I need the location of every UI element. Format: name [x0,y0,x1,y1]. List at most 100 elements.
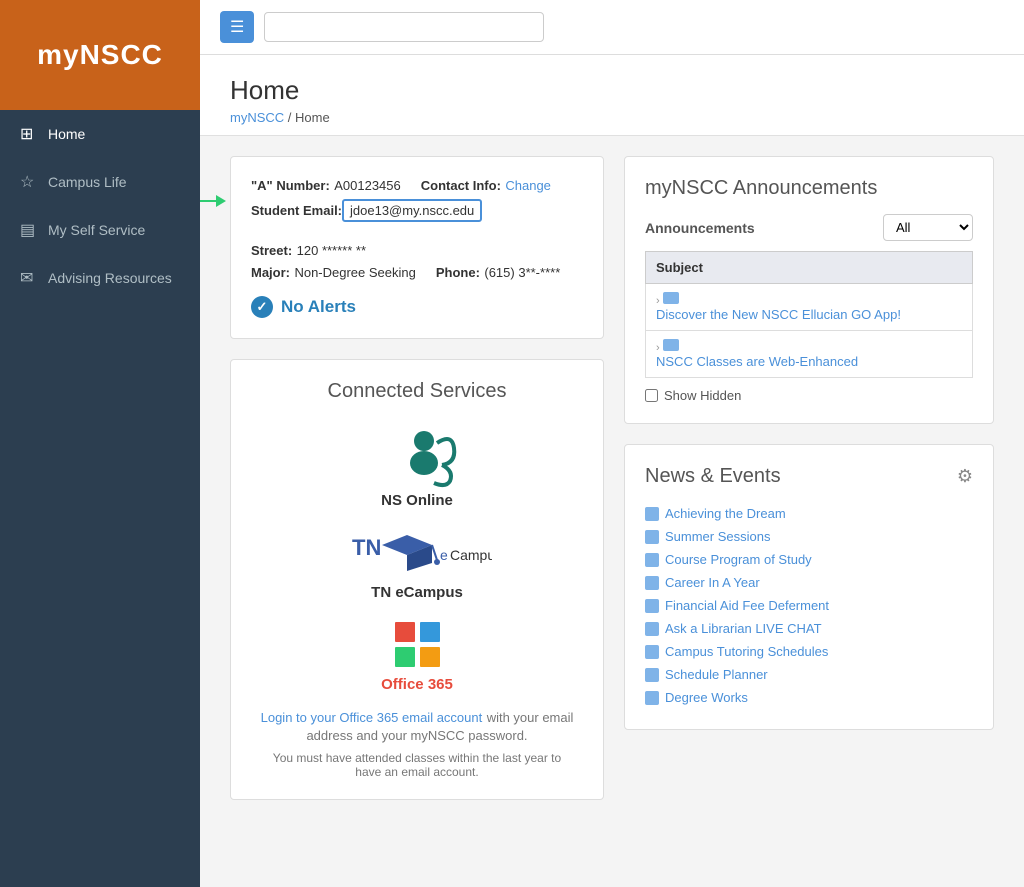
news-bullet-icon [645,599,659,613]
news-bullet-icon [645,576,659,590]
news-link[interactable]: Course Program of Study [665,552,812,567]
sidebar-item-home-label: Home [48,126,85,142]
breadcrumb-root[interactable]: myNSCC [230,110,284,125]
street-info: Street: 120 ****** ** [251,242,366,260]
office365-desc: Login to your Office 365 email account w… [251,709,583,745]
left-column: "A" Number: A00123456 Contact Info: Chan… [230,156,604,867]
announcements-title: myNSCC Announcements [645,177,973,200]
office365-attend-desc: You must have attended classes within th… [267,751,567,779]
news-bullet-icon [645,645,659,659]
arrow-head [216,195,226,207]
announcements-body: › Discover the New NSCC Ellucian GO App!… [646,284,973,378]
announcements-label: Announcements [645,220,755,236]
ns-online-service[interactable]: NS Online [251,423,583,509]
sidebar-item-campus-life-label: Campus Life [48,174,127,190]
news-link[interactable]: Career In A Year [665,575,760,590]
check-circle-icon: ✓ [251,296,273,318]
news-item: Schedule Planner [645,663,973,686]
app-logo: myNSCC [37,39,163,71]
news-bullet-icon [645,530,659,544]
show-hidden-checkbox[interactable] [645,389,658,402]
connected-services-title: Connected Services [251,380,583,403]
show-hidden-row: Show Hidden [645,388,973,403]
email-row: Student Email:jdoe13@my.nscc.edu Street:… [251,199,583,260]
sidebar-item-advising[interactable]: ✉ Advising Resources [0,254,200,302]
ns-online-label: NS Online [381,492,453,509]
sidebar-item-advising-label: Advising Resources [48,270,172,286]
news-events-card: News & Events ⚙ Achieving the Dream Summe… [624,444,994,730]
news-item: Ask a Librarian LIVE CHAT [645,617,973,640]
announcement-link[interactable]: NSCC Classes are Web-Enhanced [656,354,962,369]
page-title: Home [230,75,994,106]
office365-label: Office 365 [381,676,453,693]
announcements-filter[interactable]: All Students Faculty Staff [883,214,973,241]
a-number-row: "A" Number: A00123456 Contact Info: Chan… [251,177,583,195]
user-info-card: "A" Number: A00123456 Contact Info: Chan… [230,156,604,339]
ns-online-logo [382,423,452,488]
news-item: Career In A Year [645,571,973,594]
email-icon [663,339,679,351]
news-item: Summer Sessions [645,525,973,548]
announcement-link[interactable]: Discover the New NSCC Ellucian GO App! [656,307,962,322]
sidebar-item-self-service[interactable]: ▤ My Self Service [0,206,200,254]
news-events-header: News & Events ⚙ [645,465,973,488]
menu-button[interactable]: ☰ [220,11,254,43]
home-icon: ⊞ [20,124,38,144]
announcements-table: Subject › Discover the New NSCC Ellucian… [645,251,973,378]
envelope-icon: ✉ [20,268,38,288]
breadcrumb: myNSCC / Home [230,110,994,125]
news-bullet-icon [645,668,659,682]
sidebar: myNSCC ⊞ Home ☆ Campus Life ▤ My Self Se… [0,0,200,887]
logo-area: myNSCC [0,0,200,110]
connected-services-card: Connected Services NS Online [230,359,604,800]
main-content: ☰ Home myNSCC / Home "A" Number: [200,0,1024,887]
student-email-info: Student Email:jdoe13@my.nscc.edu [251,199,482,222]
news-link[interactable]: Financial Aid Fee Deferment [665,598,829,613]
svg-text:TN: TN [352,535,381,560]
grid-icon: ▤ [20,220,38,240]
news-link[interactable]: Campus Tutoring Schedules [665,644,828,659]
subject-header: Subject [646,252,973,284]
major-row: Major: Non-Degree Seeking Phone: (615) 3… [251,264,583,282]
gear-icon[interactable]: ⚙ [957,466,973,487]
office365-login-link[interactable]: Login to your Office 365 email account [261,710,483,725]
tn-ecampus-label: TN eCampus [371,584,463,601]
news-bullet-icon [645,553,659,567]
tn-ecampus-logo: TN e Campus [352,525,482,580]
breadcrumb-separator: / [288,110,295,125]
breadcrumb-current: Home [295,110,330,125]
sidebar-item-self-service-label: My Self Service [48,222,145,238]
search-input[interactable] [264,12,544,42]
arrow-annotation [200,195,226,207]
news-link[interactable]: Schedule Planner [665,667,768,682]
news-list: Achieving the Dream Summer Sessions Course… [645,502,973,709]
arrow-line [200,200,216,202]
star-icon: ☆ [20,172,38,192]
news-link[interactable]: Ask a Librarian LIVE CHAT [665,621,822,636]
office365-logo [390,617,445,672]
page-header: Home myNSCC / Home [200,55,1024,136]
news-link[interactable]: Achieving the Dream [665,506,786,521]
news-link[interactable]: Degree Works [665,690,748,705]
change-contact-link[interactable]: Change [505,178,551,193]
announcement-row[interactable]: › NSCC Classes are Web-Enhanced [646,331,973,378]
show-hidden-label: Show Hidden [664,388,741,403]
svg-text:e: e [440,547,448,563]
news-link[interactable]: Summer Sessions [665,529,770,544]
sidebar-item-home[interactable]: ⊞ Home [0,110,200,158]
tn-ecampus-service[interactable]: TN e Campus TN eCampus [251,525,583,601]
office365-service[interactable]: Office 365 [251,617,583,693]
no-alerts-text: No Alerts [281,297,356,317]
news-bullet-icon [645,622,659,636]
announcement-row[interactable]: › Discover the New NSCC Ellucian GO App! [646,284,973,331]
a-number-info: "A" Number: A00123456 [251,177,401,195]
no-alerts: ✓ No Alerts [251,296,583,318]
news-events-title: News & Events [645,465,781,488]
student-email-box: jdoe13@my.nscc.edu [342,199,482,222]
chevron-icon: › [656,295,660,307]
news-item: Degree Works [645,686,973,709]
sidebar-item-campus-life[interactable]: ☆ Campus Life [0,158,200,206]
news-bullet-icon [645,691,659,705]
major-info: Major: Non-Degree Seeking [251,264,416,282]
news-item: Campus Tutoring Schedules [645,640,973,663]
